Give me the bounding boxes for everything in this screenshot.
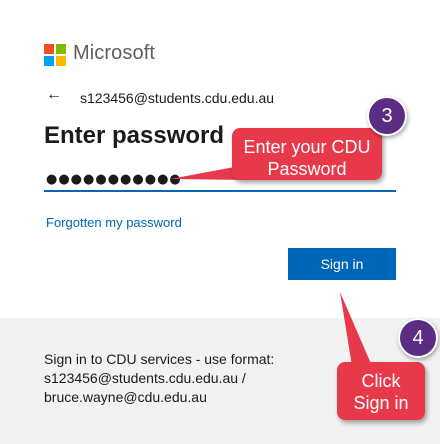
forgot-password-link[interactable]: Forgotten my password (46, 215, 182, 230)
callout-text: Sign in (353, 393, 409, 413)
footer-line: Sign in to CDU services - use format: (44, 351, 275, 367)
callout-text: Enter your CDU (243, 137, 371, 157)
callout-enter-password: Enter your CDU Password (232, 128, 382, 180)
callout-click-sign-in: Click Sign in (337, 362, 425, 420)
footer-line: s123456@students.cdu.edu.au / (44, 370, 246, 386)
step-3-badge: 3 (367, 96, 407, 136)
footer-instructions: Sign in to CDU services - use format: s1… (44, 350, 274, 407)
callout-text: Password (267, 159, 347, 179)
microsoft-logo-icon (44, 44, 67, 67)
page-title: Enter password (44, 122, 225, 149)
callout-text: Click (361, 371, 401, 391)
sign-in-button[interactable]: Sign in (288, 248, 396, 280)
footer-line: bruce.wayne@cdu.edu.au (44, 389, 207, 405)
back-arrow-icon[interactable]: ← (46, 86, 62, 104)
identity-email: s123456@students.cdu.edu.au (80, 90, 275, 106)
brand-name: Microsoft (73, 42, 156, 64)
step-4-badge: 4 (398, 318, 438, 358)
